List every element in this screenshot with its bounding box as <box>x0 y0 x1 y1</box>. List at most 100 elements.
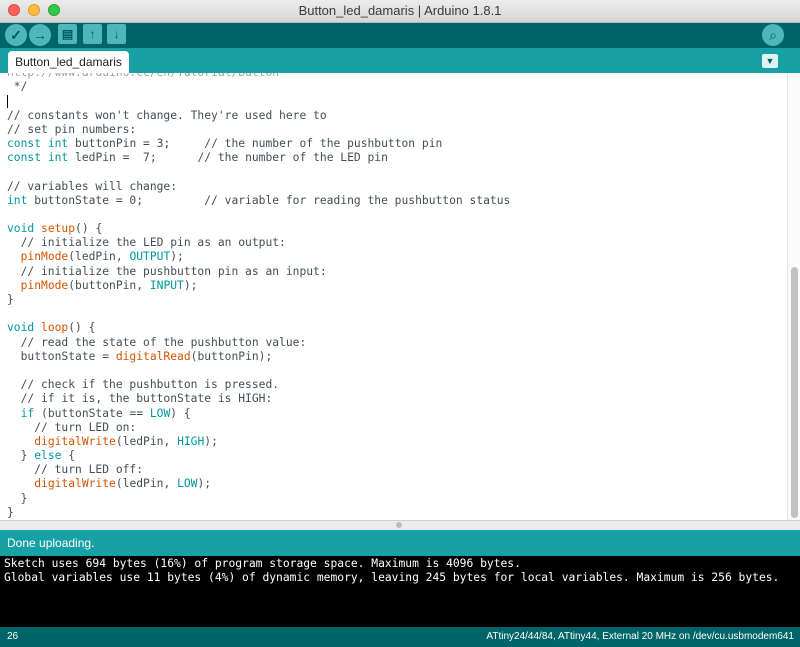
text-cursor <box>7 94 8 108</box>
code-token: digitalWrite <box>34 477 116 491</box>
code-token: // variable for reading the pushbutton s… <box>204 193 511 207</box>
code-token: http://www.arduino.cc/en/Tutorial/Button <box>7 73 279 79</box>
serial-monitor-button[interactable]: ⌕ <box>762 24 784 46</box>
tab-bar: Button_led_damaris ▼ <box>0 48 800 73</box>
editor-scrollbar-thumb[interactable] <box>791 267 798 518</box>
window-title: Button_led_damaris | Arduino 1.8.1 <box>298 3 502 18</box>
code-line: if (buttonState == LOW) { <box>7 407 510 421</box>
code-token: // turn LED off: <box>7 463 144 477</box>
pane-divider[interactable] <box>0 520 800 530</box>
code-token: // turn LED on: <box>7 420 137 434</box>
new-file-icon: ▤ <box>61 27 74 41</box>
code-token: else <box>34 449 62 463</box>
code-token: // variables will change: <box>7 179 178 193</box>
code-token: OUTPUT <box>129 250 171 264</box>
code-token: { <box>61 449 76 463</box>
triangle-down-icon: ▼ <box>765 56 775 66</box>
code-token: (buttonPin); <box>190 349 273 363</box>
code-token: void <box>7 222 35 236</box>
code-token: buttonPin = 3; <box>68 136 205 150</box>
checkmark-icon: ✓ <box>10 27 22 43</box>
magnifier-icon: ⌕ <box>769 27 777 43</box>
open-sketch-button[interactable]: ↑ <box>83 24 102 44</box>
divider-handle[interactable] <box>396 522 402 528</box>
code-token: () { <box>68 321 96 335</box>
code-token: } <box>7 293 14 306</box>
code-token: // set pin numbers: <box>7 122 137 136</box>
code-token: loop <box>41 321 69 335</box>
code-token: INPUT <box>149 278 184 292</box>
code-line: // turn LED off: <box>7 463 510 477</box>
code-token: buttonState = 0; <box>27 193 205 207</box>
code-line: // read the state of the pushbutton valu… <box>7 336 510 350</box>
code-token: digitalRead <box>115 349 191 363</box>
code-token: ledPin = 7; <box>68 151 198 165</box>
console-line: Sketch uses 694 bytes (16%) of program s… <box>4 557 521 570</box>
code-token: const <box>7 136 42 150</box>
code-token: int <box>7 193 28 207</box>
code-token: (buttonPin, <box>68 278 150 292</box>
upload-button[interactable]: → <box>29 24 51 46</box>
new-sketch-button[interactable]: ▤ <box>58 24 77 44</box>
code-token: ); <box>183 278 198 292</box>
code-token: if <box>20 406 35 420</box>
arrow-right-icon: → <box>33 27 47 43</box>
code-line: buttonState = digitalRead(buttonPin); <box>7 350 510 364</box>
editor-scrollbar[interactable] <box>787 73 800 520</box>
code-line: // set pin numbers: <box>7 123 510 137</box>
code-line: const int ledPin = 7; // the number of t… <box>7 151 510 165</box>
code-token: // the number of the pushbutton pin <box>204 136 443 150</box>
footer-bar: 26 ATtiny24/44/84, ATtiny44, External 20… <box>0 627 800 647</box>
code-line: // initialize the LED pin as an output: <box>7 236 510 250</box>
tab-button-led-damaris[interactable]: Button_led_damaris <box>8 51 129 73</box>
code-token: int <box>47 151 69 165</box>
code-token: (ledPin, <box>68 250 130 264</box>
code-line: void loop() { <box>7 321 510 335</box>
code-token: } <box>7 449 35 463</box>
save-sketch-button[interactable]: ↓ <box>107 24 126 44</box>
verify-button[interactable]: ✓ <box>5 24 27 46</box>
code-line: // check if the pushbutton is pressed. <box>7 378 510 392</box>
code-line: // variables will change: <box>7 180 510 194</box>
code-line: // if it is, the buttonState is HIGH: <box>7 392 510 406</box>
code-token: } <box>7 505 14 519</box>
code-token: void <box>7 321 35 335</box>
code-line: http://www.arduino.cc/en/Tutorial/Button <box>7 73 510 80</box>
board-info: ATtiny24/44/84, ATtiny44, External 20 MH… <box>486 631 794 642</box>
code-line: } <box>7 506 510 520</box>
code-token: // read the state of the pushbutton valu… <box>7 335 307 349</box>
code-token: } <box>7 491 28 505</box>
code-token: (ledPin, <box>115 477 178 491</box>
status-message: Done uploading. <box>7 536 95 550</box>
code-token: buttonState = <box>7 349 116 363</box>
code-token: // initialize the pushbutton pin as an i… <box>7 264 327 278</box>
code-token: // the number of the LED pin <box>197 151 388 165</box>
code-line: // constants won't change. They're used … <box>7 109 510 123</box>
status-bar: Done uploading. <box>0 530 800 556</box>
console-line: Global variables use 11 bytes (4%) of dy… <box>4 571 780 584</box>
code-token: LOW <box>177 477 198 491</box>
code-editor[interactable]: http://www.arduino.cc/en/Tutorial/Button… <box>0 73 787 520</box>
code-token: // check if the pushbutton is pressed. <box>7 378 280 392</box>
code-line: // turn LED on: <box>7 421 510 435</box>
code-token: // initialize the LED pin as an output: <box>7 236 286 250</box>
console-output[interactable]: Sketch uses 694 bytes (16%) of program s… <box>0 556 800 627</box>
code-token: setup <box>41 222 76 236</box>
tab-menu-button[interactable]: ▼ <box>762 54 778 68</box>
code-line: digitalWrite(ledPin, LOW); <box>7 477 510 491</box>
code-line <box>7 94 510 108</box>
code-token: digitalWrite <box>34 434 116 448</box>
code-token: const <box>7 151 42 165</box>
code-line: pinMode(ledPin, OUTPUT); <box>7 250 510 264</box>
code-token: */ <box>7 80 28 94</box>
arrow-down-icon: ↓ <box>113 27 120 41</box>
